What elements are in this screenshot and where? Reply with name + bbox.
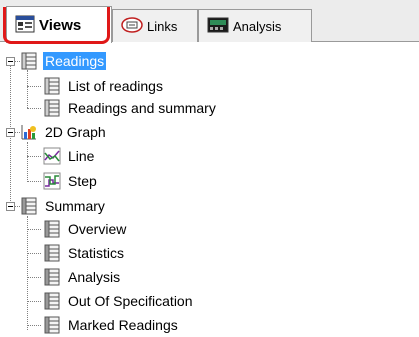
tree-item-out-of-specification[interactable]: Out Of Specification [43,290,195,312]
collapse-readings-button[interactable] [6,57,15,66]
step-chart-icon [43,172,61,190]
tree-connector [27,142,28,182]
tab-links[interactable]: Links [112,9,198,42]
tree-connector [27,108,41,109]
table-view-icon [20,197,38,215]
views-tree[interactable]: Readings List of readings Readings and s… [0,42,419,334]
tree-item-analysis[interactable]: Analysis [43,266,122,288]
table-view-icon [43,220,61,238]
tree-item-label: Readings [43,52,107,70]
line-chart-icon [43,147,61,165]
tree-item-readings[interactable]: Readings [20,50,107,72]
table-view-icon [43,316,61,334]
tree-item-label: Readings and summary [68,100,216,116]
graph-icon [20,123,38,141]
tree-connector [27,229,41,230]
tree-item-label: Out Of Specification [68,293,193,309]
tree-item-step[interactable]: Step [43,170,99,192]
table-view-icon [43,244,61,262]
tree-item-label: Summary [45,198,105,214]
tree-item-line[interactable]: Line [43,145,96,167]
tree-connector [27,277,41,278]
tree-item-label: 2D Graph [45,124,106,140]
tree-item-list-of-readings[interactable]: List of readings [43,75,165,97]
tree-item-label: List of readings [68,78,163,94]
table-view-icon [43,99,61,117]
tree-item-label: Statistics [68,245,125,261]
tree-connector [27,301,41,302]
tree-item-statistics[interactable]: Statistics [43,242,126,264]
tree-connector [27,156,41,157]
tree-item-label: Analysis [68,269,121,285]
tree-item-overview[interactable]: Overview [43,218,128,240]
tree-item-marked-readings[interactable]: Marked Readings [43,314,180,336]
analysis-icon [207,16,229,37]
views-tab-highlight-annotation [3,7,110,44]
tree-item-label: Overview [68,221,127,237]
tree-item-2d-graph[interactable]: 2D Graph [20,121,108,143]
tree-item-label: Line [68,148,95,164]
tab-analysis-label: Analysis [233,18,282,34]
links-icon [121,16,143,37]
tab-links-label: Links [147,18,178,34]
tree-connector [27,70,28,108]
tree-item-label: Step [68,173,97,189]
tree-item-label: Marked Readings [68,317,178,333]
tree-item-summary[interactable]: Summary [20,195,107,217]
table-view-icon [20,52,38,70]
tree-connector [27,216,28,330]
tree-item-readings-and-summary[interactable]: Readings and summary [43,97,218,119]
collapse-2d-graph-button[interactable] [6,128,15,137]
tree-connector [27,181,41,182]
tab-analysis[interactable]: Analysis [198,9,312,42]
table-view-icon [43,292,61,310]
tree-connector [27,86,41,87]
collapse-summary-button[interactable] [6,202,15,211]
table-view-icon [43,77,61,95]
tree-connector [27,253,41,254]
table-view-icon [43,268,61,286]
tree-connector [27,325,41,326]
